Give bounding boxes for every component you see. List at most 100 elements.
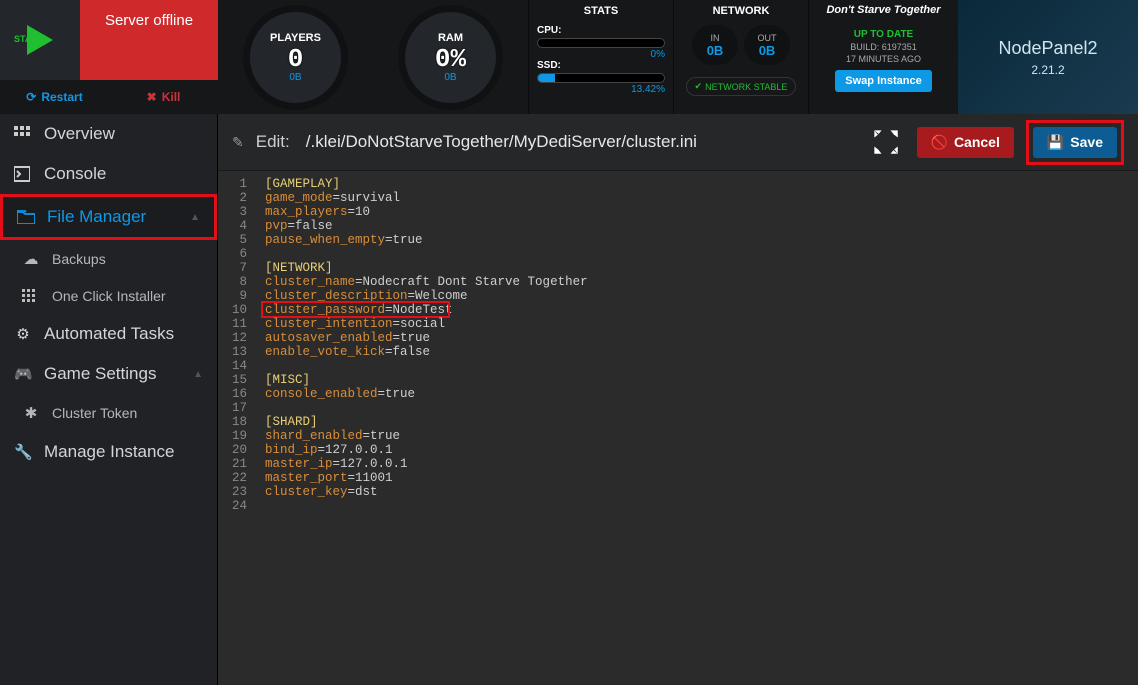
code-line[interactable]: cluster_description=Welcome [265, 289, 588, 303]
code-line[interactable]: game_mode=survival [265, 191, 588, 205]
code-editor[interactable]: 1 2 3 4 5 6 7 8 9 10 11 12 13 14 15 16 1… [218, 170, 1138, 685]
ram-gauge-value: 0% [435, 44, 466, 74]
sidebar-item-file-manager[interactable]: File Manager ▲ [0, 194, 217, 240]
swap-instance-button[interactable]: Swap Instance [835, 70, 931, 92]
chevron-up-icon: ▲ [190, 212, 200, 223]
code-line[interactable] [265, 359, 588, 373]
main-row: Overview Console File Manager ▲ ☁ Backup… [0, 114, 1138, 685]
brand-version: 2.21.2 [1031, 63, 1064, 77]
start-button[interactable]: START [0, 0, 80, 80]
network-in-label: IN [711, 33, 720, 43]
cancel-icon: 🚫 [931, 134, 948, 151]
code-line[interactable]: shard_enabled=true [265, 429, 588, 443]
fullscreen-icon[interactable] [873, 129, 899, 155]
network-in-value: 0B [707, 43, 724, 58]
code-line[interactable]: [GAMEPLAY] [265, 177, 588, 191]
check-icon: ✔ [695, 81, 703, 92]
code-line[interactable]: master_ip=127.0.0.1 [265, 457, 588, 471]
sidebar-item-console[interactable]: Console [0, 154, 217, 194]
save-icon: 💾 [1047, 134, 1064, 151]
code-line[interactable] [265, 247, 588, 261]
sidebar-item-label: Cluster Token [52, 405, 137, 421]
start-label: START [14, 34, 43, 44]
players-gauge-value: 0 [288, 44, 304, 74]
code-line[interactable]: enable_vote_kick=false [265, 345, 588, 359]
sidebar-item-game-settings[interactable]: 🎮 Game Settings ▲ [0, 354, 217, 394]
code-line[interactable]: [MISC] [265, 373, 588, 387]
code-line[interactable]: max_players=10 [265, 205, 588, 219]
sidebar-item-label: One Click Installer [52, 288, 166, 304]
sidebar-item-backups[interactable]: ☁ Backups [0, 240, 217, 278]
code-line[interactable]: cluster_intention=social [265, 317, 588, 331]
code-line[interactable]: autosaver_enabled=true [265, 331, 588, 345]
line-number-gutter: 1 2 3 4 5 6 7 8 9 10 11 12 13 14 15 16 1… [218, 171, 255, 685]
sidebar-item-cluster-token[interactable]: ✱ Cluster Token [0, 394, 217, 432]
network-in: IN 0B [692, 25, 738, 65]
code-line[interactable]: pause_when_empty=true [265, 233, 588, 247]
sidebar-item-label: File Manager [47, 207, 146, 227]
grid-icon [14, 126, 32, 142]
server-status-badge: Server offline [80, 0, 218, 80]
build-text: BUILD: 6197351 [850, 42, 917, 52]
network-cell: NETWORK IN 0B OUT 0B ✔ NETWORK STABLE [673, 0, 808, 114]
code-line[interactable]: cluster_password=NodeTest [265, 303, 588, 317]
game-title: Don't Starve Together [826, 4, 940, 16]
stats-title: STATS [537, 5, 665, 17]
restart-kill-row: ⟳ Restart ✖ Kill [0, 80, 218, 114]
kill-button[interactable]: ✖ Kill [109, 80, 218, 114]
sidebar-item-label: Manage Instance [44, 442, 174, 462]
sidebar-item-label: Backups [52, 251, 106, 267]
kill-label: Kill [162, 90, 181, 104]
sidebar-item-manage-instance[interactable]: 🔧 Manage Instance [0, 432, 217, 472]
players-gauge-label: PLAYERS [270, 32, 321, 44]
grid-small-icon [22, 289, 40, 303]
ssd-bar [537, 73, 665, 83]
restart-button[interactable]: ⟳ Restart [0, 80, 109, 114]
save-label: Save [1070, 134, 1103, 150]
code-line[interactable] [265, 499, 588, 513]
network-out-value: 0B [759, 43, 776, 58]
gamepad-icon: 🎮 [14, 365, 32, 383]
sidebar: Overview Console File Manager ▲ ☁ Backup… [0, 114, 218, 685]
gears-icon: ⚙ [14, 325, 32, 343]
save-button[interactable]: 💾 Save [1033, 127, 1117, 158]
code-line[interactable]: [SHARD] [265, 415, 588, 429]
sidebar-item-label: Console [44, 164, 106, 184]
sidebar-item-label: Game Settings [44, 364, 156, 384]
chevron-up-icon: ▲ [193, 369, 203, 380]
network-stable-badge: ✔ NETWORK STABLE [686, 77, 797, 96]
cancel-button[interactable]: 🚫 Cancel [917, 127, 1014, 158]
code-line[interactable]: console_enabled=true [265, 387, 588, 401]
cpu-bar [537, 38, 665, 48]
game-cell: Don't Starve Together UP TO DATE BUILD: … [808, 0, 958, 114]
sidebar-item-overview[interactable]: Overview [0, 114, 217, 154]
cloud-icon: ☁ [22, 250, 40, 268]
sidebar-item-one-click-installer[interactable]: One Click Installer [0, 278, 217, 314]
code-line[interactable]: pvp=false [265, 219, 588, 233]
edit-path: /.klei/DoNotStarveTogether/MyDediServer/… [306, 132, 697, 152]
code-line[interactable]: bind_ip=127.0.0.1 [265, 443, 588, 457]
code-line[interactable]: [NETWORK] [265, 261, 588, 275]
code-line[interactable] [265, 401, 588, 415]
code-body[interactable]: [GAMEPLAY]game_mode=survivalmax_players=… [255, 171, 598, 685]
players-gauge-sub: 0B [289, 72, 301, 83]
stats-cell: STATS CPU: 0% SSD: 13.42% [528, 0, 673, 114]
editor-header: ✎ Edit: /.klei/DoNotStarveTogether/MyDed… [218, 114, 1138, 170]
network-stable-text: NETWORK STABLE [705, 82, 787, 92]
top-left-column: START Server offline ⟳ Restart ✖ Kill [0, 0, 218, 114]
ssd-value: 13.42% [537, 84, 665, 95]
kill-icon: ✖ [147, 90, 157, 104]
network-title: NETWORK [682, 5, 800, 17]
console-icon [14, 166, 32, 182]
sidebar-item-label: Automated Tasks [44, 324, 174, 344]
code-line[interactable]: master_port=11001 [265, 471, 588, 485]
sidebar-item-automated-tasks[interactable]: ⚙ Automated Tasks [0, 314, 217, 354]
code-line[interactable]: cluster_name=Nodecraft Dont Starve Toget… [265, 275, 588, 289]
network-out-label: OUT [758, 33, 777, 43]
network-out: OUT 0B [744, 25, 790, 65]
edit-label: Edit: [256, 132, 290, 152]
ram-gauge-sub: 0B [444, 72, 456, 83]
top-strip: START Server offline ⟳ Restart ✖ Kill PL… [0, 0, 1138, 114]
code-line[interactable]: cluster_key=dst [265, 485, 588, 499]
ram-gauge-label: RAM [438, 32, 463, 44]
